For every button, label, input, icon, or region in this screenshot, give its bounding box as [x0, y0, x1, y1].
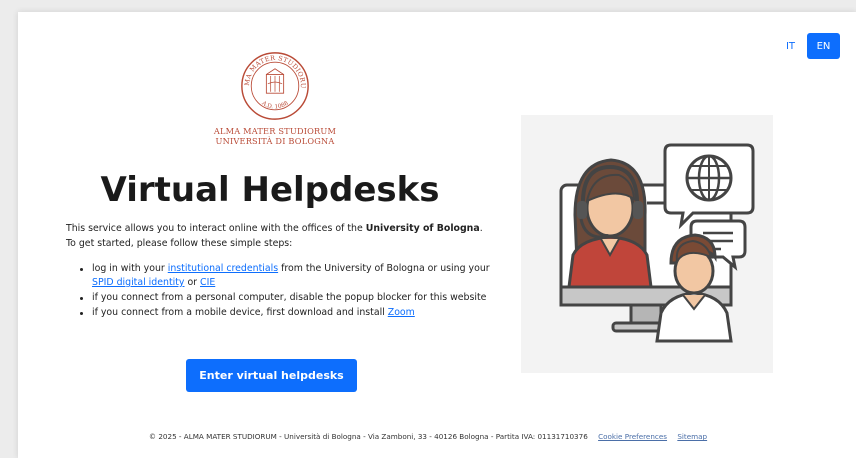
zoom-link[interactable]: Zoom [388, 307, 415, 318]
footer-copyright: © 2025 - ALMA MATER STUDIORUM - Universi… [148, 432, 588, 441]
intro-university: University of Bologna [365, 223, 480, 234]
seal-text-bottom: A.D. 1088 [260, 100, 290, 111]
university-seal-icon: ALMA MATER STUDIORUM A.D. 1088 [239, 50, 309, 120]
step-mobile-text: if you connect from a mobile device, fir… [92, 307, 388, 318]
helpdesk-illustration [521, 115, 773, 373]
seal-text-top: ALMA MATER STUDIORUM [239, 50, 307, 89]
step-login: log in with your institutional credentia… [80, 262, 490, 290]
lang-en-button[interactable]: EN [807, 33, 840, 59]
lang-it-button[interactable]: IT [782, 35, 799, 58]
step-login-text-c: or [184, 277, 201, 288]
intro-text: This service allows you to interact onli… [66, 222, 486, 251]
svg-text:A.D. 1088: A.D. 1088 [260, 100, 290, 111]
helpdesk-agent-illustration-icon [559, 143, 755, 343]
institutional-credentials-link[interactable]: institutional credentials [168, 263, 278, 274]
spid-link[interactable]: SPID digital identity [92, 277, 184, 288]
logo-line-2: UNIVERSITÀ DI BOLOGNA [215, 136, 335, 146]
logo-line-1: ALMA MATER STUDIORUM [213, 126, 337, 136]
step-mobile: if you connect from a mobile device, fir… [80, 306, 490, 320]
cookie-preferences-link[interactable]: Cookie Preferences [598, 432, 667, 441]
globe-icon [685, 154, 733, 202]
cie-link[interactable]: CIE [200, 277, 215, 288]
intro-before: This service allows you to interact onli… [66, 223, 366, 234]
footer: © 2025 - ALMA MATER STUDIORUM - Universi… [0, 432, 856, 441]
sitemap-link[interactable]: Sitemap [677, 432, 707, 441]
page-title: Virtual Helpdesks [100, 170, 440, 210]
enter-helpdesks-button[interactable]: Enter virtual helpdesks [186, 359, 357, 392]
step-login-text-a: log in with your [92, 263, 168, 274]
step-login-text-b: from the University of Bologna or using … [278, 263, 490, 274]
steps-list: log in with your institutional credentia… [80, 262, 490, 321]
language-switcher: IT EN [782, 33, 840, 59]
university-logo: ALMA MATER STUDIORUM A.D. 1088 ALMA MATE… [205, 50, 345, 146]
svg-text:ALMA MATER STUDIORUM: ALMA MATER STUDIORUM [239, 50, 307, 89]
step-popup: if you connect from a personal computer,… [80, 291, 490, 305]
